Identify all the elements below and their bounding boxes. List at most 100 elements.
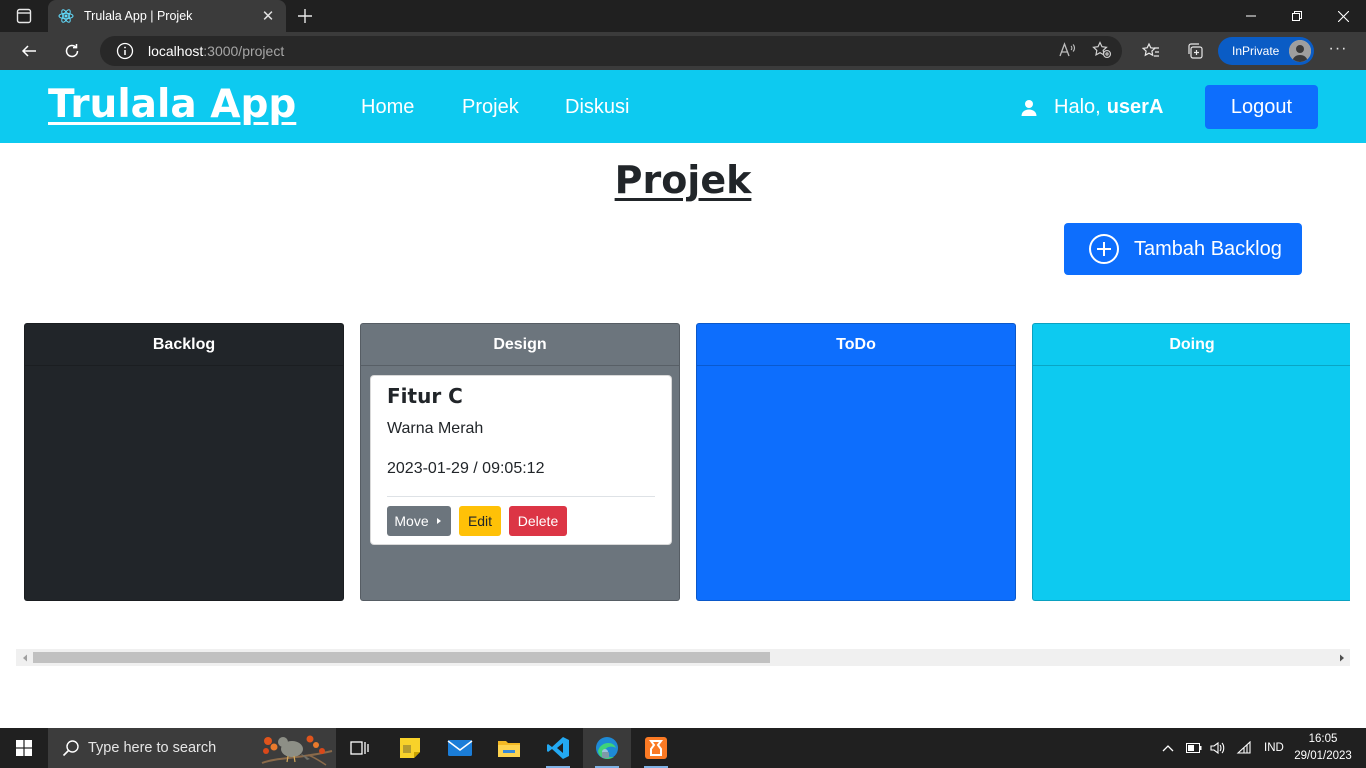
user-greeting: Halo, userA bbox=[1020, 96, 1163, 119]
collections-icon bbox=[1188, 43, 1203, 59]
close-window-button[interactable] bbox=[1320, 0, 1366, 32]
settings-more-button[interactable]: ··· bbox=[1326, 40, 1350, 62]
edit-button[interactable]: Edit bbox=[459, 506, 501, 536]
add-backlog-label: Tambah Backlog bbox=[1134, 237, 1282, 260]
close-icon bbox=[1337, 10, 1349, 22]
url-text: localhost:3000/project bbox=[148, 43, 284, 59]
read-aloud-icon[interactable] bbox=[1058, 41, 1076, 64]
windows-logo-icon bbox=[16, 740, 32, 756]
tab-title: Trulala App | Projek bbox=[84, 9, 193, 23]
restore-button[interactable] bbox=[1274, 0, 1320, 32]
folder-icon bbox=[498, 741, 520, 757]
card-title: Fitur C bbox=[387, 384, 463, 408]
card-divider bbox=[387, 496, 655, 497]
sticky-notes-icon bbox=[400, 738, 420, 758]
browser-tab-active[interactable]: Trulala App | Projek ✕ bbox=[48, 0, 286, 32]
column-todo: ToDo bbox=[696, 323, 1016, 601]
clock-date: 29/01/2023 bbox=[1294, 750, 1352, 762]
volume-icon[interactable] bbox=[1210, 741, 1226, 755]
refresh-icon bbox=[65, 44, 79, 58]
mail-app[interactable] bbox=[436, 728, 484, 768]
vscode-app[interactable] bbox=[534, 728, 582, 768]
favorites-button[interactable] bbox=[1136, 36, 1166, 66]
browser-tab-bar: Trulala App | Projek ✕ bbox=[0, 0, 1366, 32]
new-tab-button[interactable] bbox=[290, 0, 320, 32]
refresh-button[interactable] bbox=[57, 36, 87, 66]
column-header: ToDo bbox=[697, 324, 1015, 366]
clock-time: 16:05 bbox=[1308, 733, 1338, 745]
edge-app[interactable] bbox=[583, 728, 631, 768]
plus-icon bbox=[298, 9, 312, 23]
scroll-left-icon[interactable] bbox=[16, 649, 33, 666]
column-design: Design Fitur C Warna Merah 2023-01-29 / … bbox=[360, 323, 680, 601]
scroll-right-icon[interactable] bbox=[1333, 649, 1350, 666]
nav-link-diskusi[interactable]: Diskusi bbox=[565, 96, 629, 119]
username: userA bbox=[1106, 96, 1164, 118]
react-logo-icon bbox=[58, 8, 74, 24]
tab-actions-icon bbox=[16, 8, 32, 24]
task-view-button[interactable] bbox=[336, 728, 384, 768]
site-info-icon[interactable] bbox=[116, 42, 134, 60]
back-button[interactable] bbox=[14, 36, 44, 66]
page-title-text: Projek bbox=[614, 158, 752, 202]
tab-actions-button[interactable] bbox=[0, 0, 48, 32]
xampp-app[interactable] bbox=[632, 728, 680, 768]
chevron-up-icon[interactable] bbox=[1162, 744, 1174, 752]
move-button[interactable]: Move bbox=[387, 506, 451, 536]
logout-button[interactable]: Logout bbox=[1205, 85, 1318, 129]
search-highlight-bird-icon bbox=[261, 735, 333, 766]
edge-icon bbox=[596, 737, 618, 759]
greeting-text: Halo, bbox=[1054, 96, 1101, 118]
browser-toolbar: localhost:3000/project InPrivate ··· bbox=[0, 32, 1366, 70]
inprivate-label: InPrivate bbox=[1232, 44, 1280, 58]
search-icon bbox=[62, 739, 80, 757]
vscode-icon bbox=[547, 737, 569, 759]
app-navbar: Trulala App Home Projek Diskusi Halo, us… bbox=[0, 70, 1366, 143]
move-label: Move bbox=[394, 513, 429, 529]
add-favorite-icon[interactable] bbox=[1092, 41, 1112, 64]
column-backlog: Backlog bbox=[24, 323, 344, 601]
add-backlog-button[interactable]: Tambah Backlog bbox=[1064, 223, 1302, 275]
taskbar-clock[interactable]: 16:05 29/01/2023 bbox=[1290, 731, 1356, 765]
profile-avatar bbox=[1289, 40, 1311, 62]
url-host: localhost bbox=[148, 43, 204, 59]
task-card: Fitur C Warna Merah 2023-01-29 / 09:05:1… bbox=[370, 375, 672, 545]
nav-link-projek[interactable]: Projek bbox=[462, 96, 519, 119]
caret-right-icon bbox=[436, 518, 441, 524]
file-explorer-app[interactable] bbox=[485, 728, 533, 768]
column-header: Design bbox=[361, 324, 679, 366]
tab-close-icon[interactable]: ✕ bbox=[260, 7, 276, 25]
address-bar[interactable]: localhost:3000/project bbox=[100, 36, 1122, 66]
windows-taskbar: Type here to search IND 16:05 29/01/2023 bbox=[0, 728, 1366, 768]
horizontal-scrollbar[interactable] bbox=[16, 649, 1350, 666]
battery-icon[interactable] bbox=[1186, 743, 1202, 753]
page-title: Projek bbox=[0, 158, 1366, 202]
column-header: Backlog bbox=[25, 324, 343, 366]
delete-button[interactable]: Delete bbox=[509, 506, 567, 536]
scrollbar-thumb[interactable] bbox=[33, 652, 770, 663]
start-button[interactable] bbox=[0, 728, 48, 768]
arrow-left-icon bbox=[21, 45, 36, 57]
kanban-board: Backlog Design Fitur C Warna Merah 2023-… bbox=[24, 323, 1350, 601]
column-header: Doing bbox=[1033, 324, 1350, 366]
column-doing: Doing bbox=[1032, 323, 1350, 601]
minimize-icon bbox=[1246, 15, 1256, 17]
favorites-icon bbox=[1142, 42, 1159, 57]
collections-button[interactable] bbox=[1180, 36, 1210, 66]
system-tray: IND bbox=[1162, 728, 1284, 768]
inprivate-badge[interactable]: InPrivate bbox=[1218, 37, 1314, 65]
sticky-notes-app[interactable] bbox=[386, 728, 434, 768]
search-placeholder: Type here to search bbox=[88, 740, 217, 756]
mail-icon bbox=[447, 740, 473, 756]
wifi-icon[interactable] bbox=[1236, 741, 1252, 755]
nav-link-home[interactable]: Home bbox=[361, 96, 414, 119]
url-path: :3000/project bbox=[203, 43, 285, 59]
task-view-icon bbox=[350, 741, 369, 755]
language-indicator[interactable]: IND bbox=[1264, 742, 1284, 754]
plus-circle-icon bbox=[1088, 233, 1120, 265]
restore-icon bbox=[1292, 11, 1302, 21]
xampp-icon bbox=[645, 737, 667, 759]
brand-logo-link[interactable]: Trulala App bbox=[48, 82, 296, 127]
minimize-button[interactable] bbox=[1228, 0, 1274, 32]
taskbar-search-box[interactable]: Type here to search bbox=[48, 728, 336, 768]
